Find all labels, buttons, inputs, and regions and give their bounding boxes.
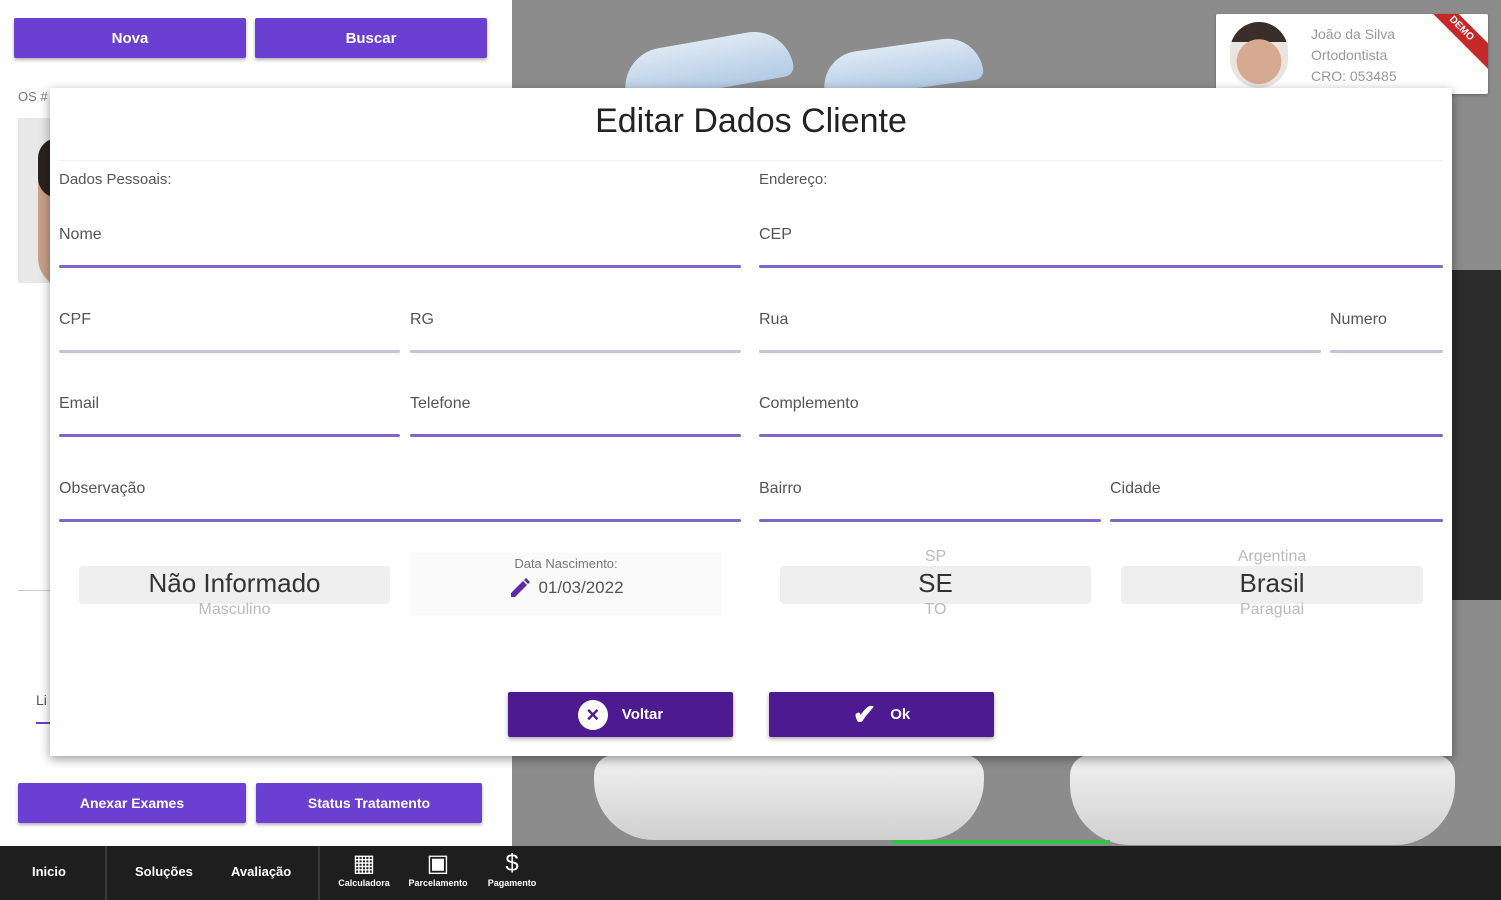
nav-calculadora-label: Calculadora	[338, 878, 390, 888]
email-field[interactable]: Email	[59, 387, 400, 437]
nav-inicio[interactable]: Inicio	[32, 864, 66, 879]
complemento-label: Complemento	[759, 395, 859, 412]
complemento-field[interactable]: Complemento	[759, 387, 1443, 437]
telefone-label: Telefone	[410, 395, 471, 412]
status-tratamento-button[interactable]: Status Tratamento	[256, 783, 482, 823]
numero-underline	[1330, 350, 1443, 353]
divider	[18, 590, 52, 591]
nav-parcelamento-label: Parcelamento	[408, 878, 468, 888]
cidade-label: Cidade	[1110, 480, 1161, 497]
complemento-underline	[759, 434, 1443, 437]
address-label: Endereço:	[759, 171, 828, 188]
nav-solucoes[interactable]: Soluções	[135, 864, 193, 879]
nav-parcelamento[interactable]: ▣ Parcelamento	[404, 850, 472, 888]
nav-pagamento[interactable]: $ Pagamento	[484, 850, 540, 888]
email-underline	[59, 434, 400, 437]
nav-avaliacao[interactable]: Avaliação	[231, 864, 291, 879]
bairro-label: Bairro	[759, 480, 802, 497]
title-divider	[59, 160, 1443, 161]
state-picker[interactable]: SP SE TO	[780, 538, 1091, 618]
buscar-button[interactable]: Buscar	[255, 18, 487, 58]
country-option-below[interactable]: Paraguai	[1121, 601, 1423, 619]
rua-label: Rua	[759, 311, 789, 328]
demo-ribbon: DEMO	[1415, 14, 1488, 75]
dialog-title: Editar Dados Cliente	[595, 102, 907, 140]
profile-role: Ortodontista	[1311, 47, 1388, 63]
cidade-underline	[1110, 519, 1443, 522]
rg-underline	[410, 350, 741, 353]
cep-label: CEP	[759, 226, 792, 243]
profile-name: João da Silva	[1311, 26, 1396, 42]
ok-label: Ok	[890, 706, 911, 723]
observacao-field[interactable]: Observação	[59, 472, 741, 522]
rg-field[interactable]: RG	[410, 303, 741, 353]
birth-date-picker[interactable]: Data Nascimento: 01/03/2022	[410, 553, 722, 615]
telefone-underline	[410, 434, 741, 437]
progress-indicator	[892, 840, 1110, 844]
money-icon: ▣	[426, 850, 450, 877]
country-option-above[interactable]: Argentina	[1121, 548, 1423, 566]
observacao-label: Observação	[59, 480, 146, 497]
personal-data-label: Dados Pessoais:	[59, 171, 172, 188]
email-label: Email	[59, 395, 100, 412]
edit-client-dialog: Editar Dados Cliente Dados Pessoais: End…	[50, 88, 1452, 756]
nav-separator	[105, 846, 107, 900]
nome-underline	[59, 265, 741, 268]
cpf-label: CPF	[59, 311, 91, 328]
nav-separator	[318, 846, 320, 900]
cidade-field[interactable]: Cidade	[1110, 472, 1443, 522]
telefone-field[interactable]: Telefone	[410, 387, 741, 437]
birth-date-value: 01/03/2022	[538, 578, 624, 597]
profile-card[interactable]: João da Silva Ortodontista CRO: 053485 D…	[1216, 14, 1488, 94]
dark-panel	[1452, 270, 1501, 600]
nova-button[interactable]: Nova	[14, 18, 246, 58]
state-selected[interactable]: SE	[780, 568, 1091, 599]
ok-button[interactable]: ✔ Ok	[769, 692, 994, 737]
tab-partial-label[interactable]: Li	[36, 692, 47, 708]
nome-label: Nome	[59, 226, 102, 243]
gender-selected[interactable]: Não Informado	[79, 568, 390, 599]
nav-calculadora[interactable]: ▦ Calculadora	[336, 850, 392, 888]
gender-option-below[interactable]: Masculino	[79, 601, 390, 619]
nome-field[interactable]: Nome	[59, 218, 741, 268]
numero-label: Numero	[1330, 311, 1387, 328]
bairro-field[interactable]: Bairro	[759, 472, 1101, 522]
rua-underline	[759, 350, 1321, 353]
country-selected[interactable]: Brasil	[1121, 568, 1423, 599]
numero-field[interactable]: Numero	[1330, 303, 1443, 353]
cpf-underline	[59, 350, 400, 353]
close-icon: ×	[577, 699, 608, 730]
rg-label: RG	[410, 311, 434, 328]
teeth-model-lower	[594, 755, 984, 840]
avatar	[1230, 22, 1288, 88]
pencil-icon[interactable]	[508, 576, 532, 600]
cep-field[interactable]: CEP	[759, 218, 1443, 268]
profile-cro: CRO: 053485	[1311, 68, 1397, 84]
rua-field[interactable]: Rua	[759, 303, 1321, 353]
check-icon: ✔	[852, 698, 877, 730]
anexar-exames-button[interactable]: Anexar Exames	[18, 783, 246, 823]
observacao-underline	[59, 519, 741, 522]
state-option-above[interactable]: SP	[780, 548, 1091, 566]
bairro-underline	[759, 519, 1101, 522]
cpf-field[interactable]: CPF	[59, 303, 400, 353]
birth-date-label: Data Nascimento:	[514, 556, 618, 571]
country-picker[interactable]: Argentina Brasil Paraguai	[1121, 538, 1423, 618]
nav-pagamento-label: Pagamento	[487, 878, 537, 888]
teeth-model-upper	[1070, 755, 1455, 845]
bottom-nav: Inicio Soluções Avaliação ▦ Calculadora …	[0, 846, 1501, 900]
gender-picker[interactable]: Não Informado Masculino	[79, 538, 390, 618]
os-label: OS #	[18, 89, 48, 104]
state-option-below[interactable]: TO	[780, 601, 1091, 619]
voltar-label: Voltar	[621, 706, 664, 723]
calculator-icon: ▦	[352, 850, 376, 877]
voltar-button[interactable]: × Voltar	[508, 692, 733, 737]
cep-underline	[759, 265, 1443, 268]
dollar-icon: $	[505, 850, 519, 877]
